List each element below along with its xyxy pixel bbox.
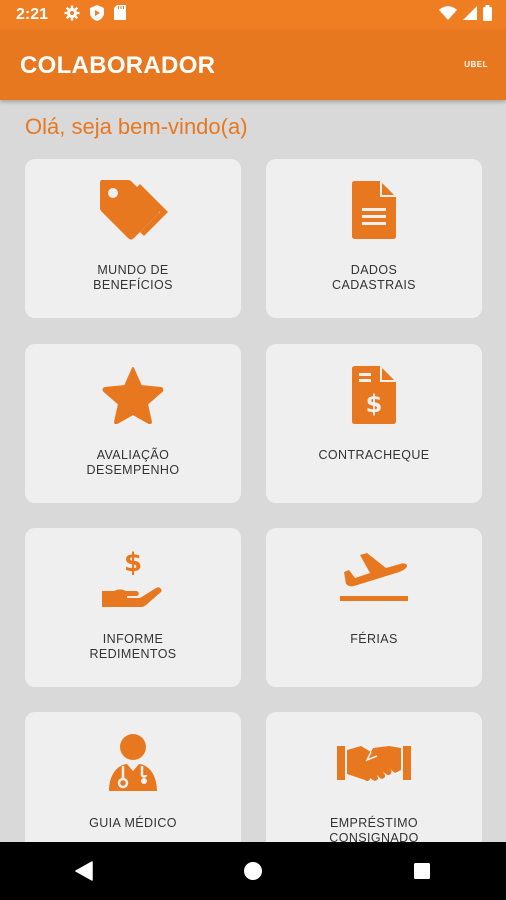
gear-icon [64, 5, 80, 26]
menu-card-label: GUIA MÉDICO [89, 816, 177, 830]
menu-card-beneficios[interactable]: MUNDO DE BENEFÍCIOS [25, 159, 241, 318]
wifi-icon [439, 5, 457, 25]
home-icon[interactable] [233, 851, 273, 891]
menu-card-contracheque[interactable]: $ CONTRACHEQUE [266, 344, 482, 503]
menu-card-dados-cadastrais[interactable]: DADOS CADASTRAIS [266, 159, 482, 318]
handshake-icon [337, 740, 411, 791]
greeting: Olá, seja bem-vindo(a) [25, 114, 248, 139]
user-name[interactable]: UBEL [464, 60, 488, 69]
menu-card-label: DADOS CADASTRAIS [332, 263, 416, 292]
recents-icon[interactable] [402, 851, 442, 891]
document-icon [352, 180, 396, 244]
signal-icon [463, 5, 477, 25]
menu-card-label: FÉRIAS [350, 632, 398, 646]
navigation-bar [0, 842, 506, 900]
app-bar: COLABORADOR UBEL [0, 30, 506, 100]
menu-card-label: CONTRACHEQUE [318, 448, 430, 462]
invoice-dollar-icon: $ [352, 365, 396, 429]
menu-card-ferias[interactable]: FÉRIAS [266, 528, 482, 687]
menu-card-avaliacao[interactable]: AVALIAÇÃO DESEMPENHO [25, 344, 241, 503]
tags-icon [96, 179, 170, 245]
menu-card-label: MUNDO DE BENEFÍCIOS [93, 263, 173, 292]
back-icon[interactable] [64, 851, 104, 891]
doctor-icon [107, 733, 159, 798]
status-time: 2:21 [16, 6, 49, 23]
star-icon [102, 366, 164, 429]
status-bar: 2:21 [0, 0, 506, 30]
svg-text:$: $ [366, 390, 383, 418]
menu-card-label: AVALIAÇÃO DESEMPENHO [86, 448, 180, 477]
hand-dollar-icon: $ [100, 548, 166, 614]
menu-card-informe-rendimentos[interactable]: $ INFORME REDIMENTOS [25, 528, 241, 687]
airplane-icon [338, 552, 410, 611]
battery-icon [483, 4, 492, 26]
svg-text:$: $ [124, 549, 142, 578]
sd-card-icon [114, 5, 127, 25]
app-title: COLABORADOR [20, 52, 216, 79]
shield-play-icon [90, 4, 105, 26]
menu-card-label: INFORME REDIMENTOS [89, 632, 177, 661]
